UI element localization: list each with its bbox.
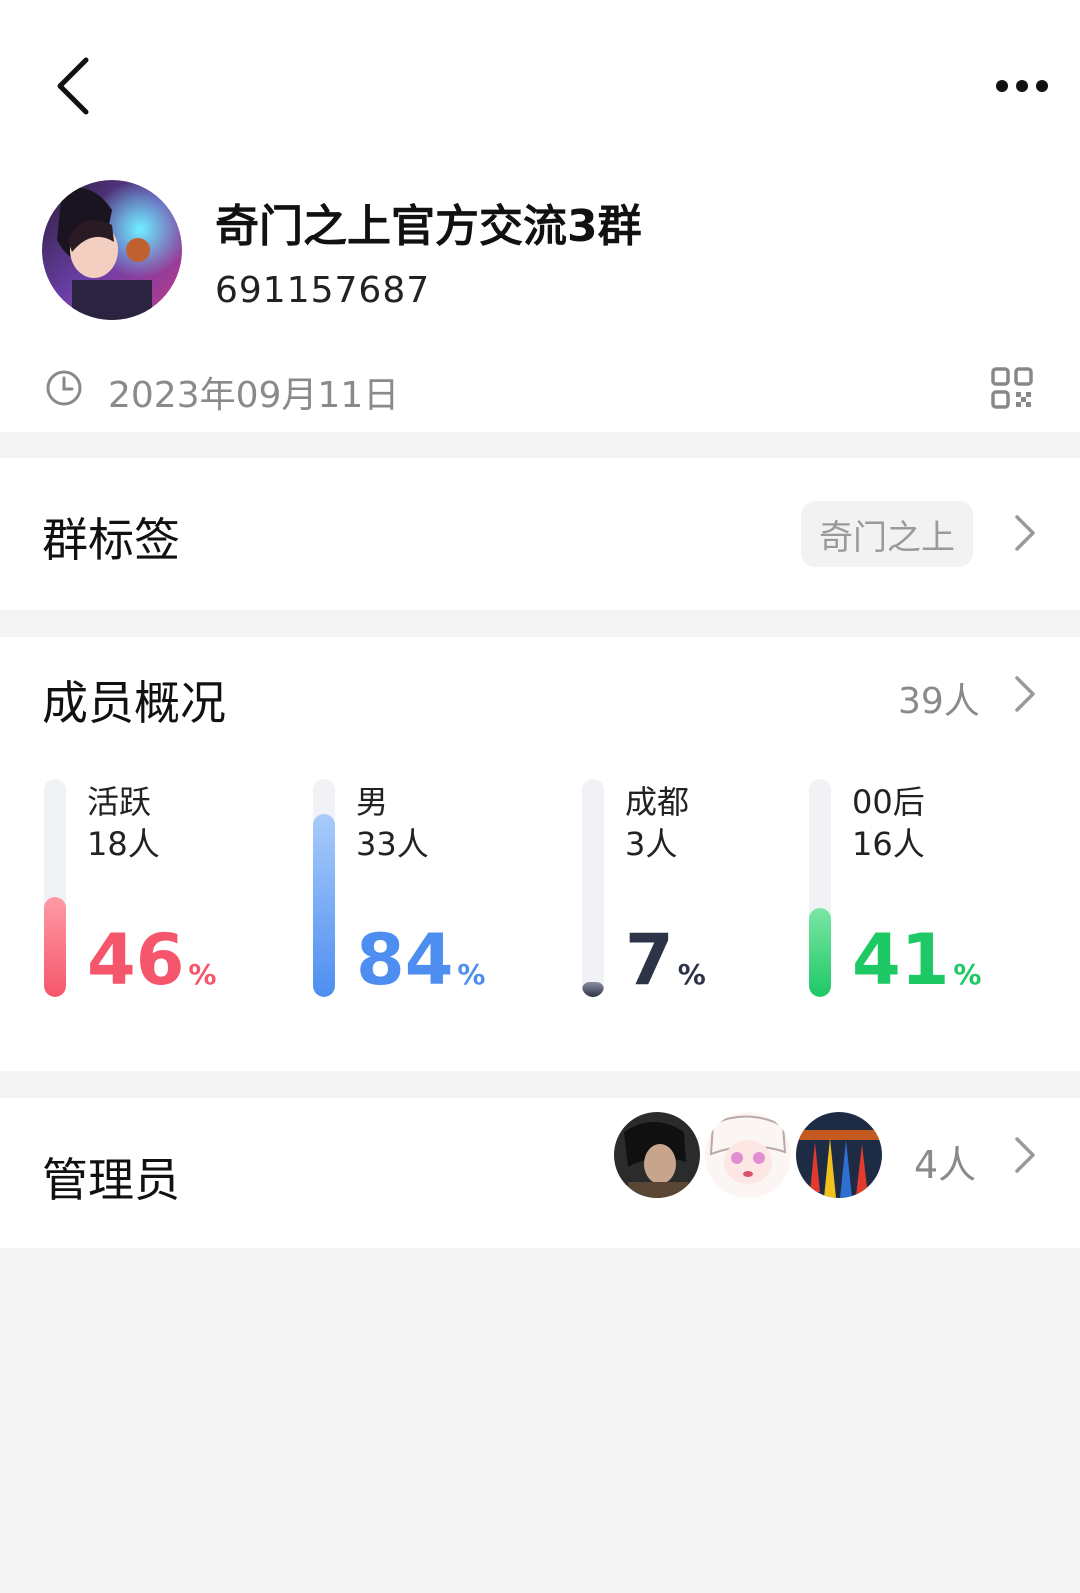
- created-date: 2023年09月11日: [108, 375, 400, 416]
- clock-icon: [46, 370, 82, 406]
- stat-percent-value: 84: [356, 919, 454, 1001]
- chevron-right-icon: [1015, 515, 1035, 551]
- stat-percent: 46%: [87, 917, 216, 1018]
- admins-row[interactable]: 管理员 4人: [0, 1098, 1080, 1248]
- stat-label: 00后: [852, 783, 925, 821]
- back-arrow-icon: [57, 57, 89, 115]
- stat-bar-track: [313, 779, 335, 997]
- stat-bar-track: [809, 779, 831, 997]
- stat-bar-track: [582, 779, 604, 997]
- group-id: 691157687: [215, 270, 431, 311]
- stat-bar-fill: [582, 982, 604, 997]
- members-overview-card[interactable]: 成员概况 39人 活跃 18人 46% 男 33人 84% 成都 3人 7% 0…: [0, 637, 1080, 1071]
- stat-count: 33人: [356, 825, 429, 863]
- more-options-button[interactable]: [988, 68, 1060, 104]
- admins-title: 管理员: [42, 1153, 180, 1207]
- percent-sign: %: [457, 958, 486, 991]
- stat-percent: 7%: [625, 917, 706, 1018]
- percent-sign: %: [677, 958, 706, 991]
- members-title: 成员概况: [42, 676, 226, 730]
- stat-bar-fill: [44, 897, 66, 997]
- admin-avatar[interactable]: [703, 1110, 793, 1200]
- group-info-card: 奇门之上官方交流3群 691157687 2023年09月11日: [0, 0, 1080, 432]
- stat-percent: 84%: [356, 917, 485, 1018]
- stat-label: 活跃: [87, 783, 152, 821]
- members-count: 39人: [898, 681, 980, 722]
- stat-percent-value: 7: [625, 919, 674, 1001]
- admin-avatar[interactable]: [612, 1110, 702, 1200]
- qr-code-icon[interactable]: [990, 366, 1034, 410]
- chevron-right-icon: [1015, 676, 1035, 712]
- stat-count: 18人: [87, 825, 160, 863]
- stat-bar-fill: [809, 908, 831, 997]
- stat-percent: 41%: [852, 917, 981, 1018]
- group-avatar[interactable]: [42, 180, 182, 320]
- percent-sign: %: [953, 958, 982, 991]
- stat-count: 16人: [852, 825, 925, 863]
- stat-age: 00后 16人 41%: [809, 777, 1059, 1017]
- tag-chip[interactable]: 奇门之上: [801, 501, 973, 567]
- stat-active: 活跃 18人 46%: [44, 777, 294, 1017]
- back-button[interactable]: [42, 48, 102, 124]
- stat-location: 成都 3人 7%: [582, 777, 832, 1017]
- stat-label: 成都: [625, 783, 690, 821]
- stat-bar-fill: [313, 814, 335, 997]
- stat-male: 男 33人 84%: [313, 777, 563, 1017]
- stat-label: 男: [356, 783, 389, 821]
- tags-title: 群标签: [42, 513, 180, 567]
- more-dots-icon: [996, 80, 1048, 92]
- chevron-right-icon: [1015, 1137, 1035, 1173]
- admin-avatar[interactable]: [794, 1110, 884, 1200]
- percent-sign: %: [188, 958, 217, 991]
- group-name: 奇门之上官方交流3群: [215, 201, 642, 252]
- stat-percent-value: 41: [852, 919, 950, 1001]
- group-avatar-image: [42, 180, 182, 320]
- stat-bar-track: [44, 779, 66, 997]
- admin-count: 4人: [914, 1143, 977, 1187]
- group-tags-row[interactable]: 群标签 奇门之上: [0, 458, 1080, 610]
- stat-count: 3人: [625, 825, 678, 863]
- stat-percent-value: 46: [87, 919, 185, 1001]
